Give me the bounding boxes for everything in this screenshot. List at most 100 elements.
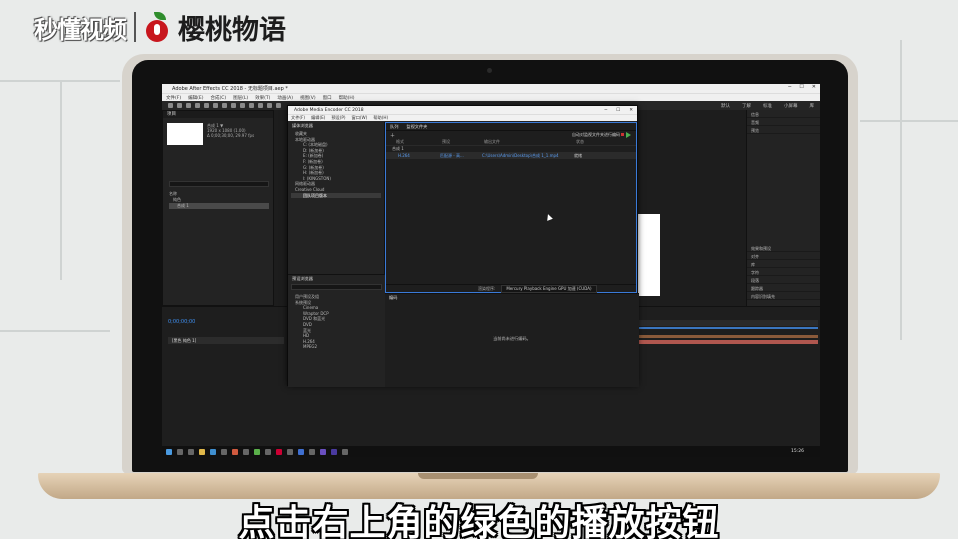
- app-icon[interactable]: [232, 448, 238, 455]
- menu-file[interactable]: 文件(F): [166, 95, 181, 101]
- menu-effect[interactable]: 效果(T): [255, 95, 270, 101]
- panel-libraries[interactable]: 库: [747, 260, 820, 268]
- puppet-tool-icon[interactable]: [276, 103, 281, 108]
- panel-audio[interactable]: 音频: [747, 118, 820, 126]
- app-icon[interactable]: [276, 448, 282, 455]
- renderer-bar: 渲染程序: Mercury Playback Engine GPU 加速 (CU…: [386, 284, 636, 293]
- me-close-icon[interactable]: ✕: [629, 108, 633, 113]
- app-icon[interactable]: [342, 448, 348, 455]
- workspace-libraries[interactable]: 库: [810, 103, 815, 109]
- panel-effects-presets[interactable]: 效果和预设: [747, 244, 820, 252]
- me-menu-preset[interactable]: 预设(P): [331, 115, 345, 121]
- workspace-standard[interactable]: 标准: [763, 103, 772, 109]
- me-queue-panel: 队列 监视文件夹 ＋ 自动对监视文件夹进行编码 格式 预设 输出文件 状态 合成…: [385, 122, 637, 293]
- app-icon[interactable]: [287, 448, 293, 455]
- renderer-select[interactable]: Mercury Playback Engine GPU 加速 (CUDA): [501, 284, 597, 293]
- queue-item-status: 就绪: [574, 152, 582, 158]
- preset-browser-tab[interactable]: 预设浏览器: [288, 275, 385, 282]
- app-icon[interactable]: [309, 448, 315, 455]
- close-icon[interactable]: ✕: [812, 84, 816, 90]
- media-browser-tab[interactable]: 媒体浏览器: [288, 122, 384, 129]
- layer-duration-bar-top[interactable]: [638, 335, 818, 338]
- selection-tool-icon[interactable]: [168, 103, 173, 108]
- search-icon[interactable]: [177, 448, 183, 455]
- app-icon[interactable]: [254, 448, 260, 455]
- pan-tool-icon[interactable]: [213, 103, 218, 108]
- rotate-tool-icon[interactable]: [195, 103, 200, 108]
- me-menu-window[interactable]: 窗口(W): [352, 115, 368, 121]
- add-source-icon[interactable]: ＋: [390, 132, 395, 139]
- tab-watch-folders[interactable]: 监视文件夹: [406, 124, 427, 130]
- after-effects-icon[interactable]: [320, 448, 326, 455]
- menu-help[interactable]: 帮助(H): [339, 95, 355, 101]
- auto-encode-checkbox[interactable]: 自动对监视文件夹进行编码: [572, 132, 620, 138]
- windows-start-icon[interactable]: [166, 448, 172, 455]
- panel-tracker[interactable]: 跟踪器: [747, 284, 820, 292]
- maximize-icon[interactable]: ☐: [799, 84, 803, 90]
- workspace-small-screen[interactable]: 小屏幕: [784, 103, 798, 109]
- panel-align[interactable]: 对齐: [747, 252, 820, 260]
- minimize-icon[interactable]: ─: [788, 84, 791, 90]
- queue-item-row[interactable]: H.264 匹配源 - 高... C:\Users\Admin\Desktop\…: [386, 152, 636, 159]
- timeline-layer-row[interactable]: [黑色 纯色 1]: [168, 337, 284, 344]
- project-panel-tab[interactable]: 项目: [163, 111, 273, 118]
- camera-tool-icon[interactable]: [204, 103, 209, 108]
- browser-icon[interactable]: [210, 448, 216, 455]
- menu-edit[interactable]: 编辑(E): [188, 95, 203, 101]
- timecode[interactable]: 0;00;00;00: [168, 319, 195, 325]
- panel-character[interactable]: 字符: [747, 268, 820, 276]
- eraser-tool-icon[interactable]: [267, 103, 272, 108]
- preset-mpeg2[interactable]: MPEG2: [291, 344, 382, 350]
- preset-search-input[interactable]: [291, 284, 382, 290]
- type-tool-icon[interactable]: [240, 103, 245, 108]
- composition-viewer[interactable]: [638, 214, 660, 296]
- queue-item-output[interactable]: C:\Users\Admin\Desktop\合成 1_1.mp4: [482, 153, 574, 159]
- encoding-tab[interactable]: 编码: [385, 294, 639, 301]
- subtitle-caption: 点击右上角的绿色的播放按钮: [238, 503, 720, 539]
- menu-animation[interactable]: 动画(A): [277, 95, 293, 101]
- time-ruler[interactable]: [638, 320, 818, 326]
- menu-layer[interactable]: 图层(L): [233, 95, 248, 101]
- app-icon[interactable]: [298, 448, 304, 455]
- panel-content-aware-fill[interactable]: 内容识别填充: [747, 292, 820, 300]
- project-search-input[interactable]: [169, 181, 269, 187]
- zoom-tool-icon[interactable]: [186, 103, 191, 108]
- me-menu-help[interactable]: 帮助(H): [373, 115, 388, 121]
- tab-queue[interactable]: 队列: [390, 124, 398, 130]
- brush-tool-icon[interactable]: [249, 103, 254, 108]
- folder-icon[interactable]: [199, 448, 205, 455]
- me-minimize-icon[interactable]: ─: [604, 108, 607, 113]
- panel-info[interactable]: 信息: [747, 110, 820, 118]
- app-icon[interactable]: [243, 448, 249, 455]
- menu-window[interactable]: 窗口: [323, 95, 332, 101]
- media-browser-tree: 收藏夹 本地驱动器 C: (本地磁盘) D: (新加卷) E: (新加卷) F:…: [288, 129, 384, 200]
- workspace-default[interactable]: 默认: [721, 103, 730, 109]
- app-icon[interactable]: [265, 448, 271, 455]
- me-menu-file[interactable]: 文件(F): [291, 115, 305, 121]
- queue-tabs: 队列 监视文件夹: [386, 123, 636, 131]
- panel-preview[interactable]: 预览: [747, 126, 820, 134]
- queue-item-format[interactable]: H.264: [398, 153, 440, 158]
- task-view-icon[interactable]: [188, 448, 194, 455]
- hand-tool-icon[interactable]: [177, 103, 182, 108]
- layer-duration-bar[interactable]: [638, 340, 818, 344]
- app-icon[interactable]: [221, 448, 227, 455]
- tree-team-projects[interactable]: 团队项目版本: [291, 192, 381, 199]
- pen-tool-icon[interactable]: [231, 103, 236, 108]
- stop-queue-icon[interactable]: [621, 133, 624, 136]
- menu-composition[interactable]: 合成(C): [210, 95, 226, 101]
- project-item-comp[interactable]: 合成 1: [169, 203, 269, 209]
- cherry-logo-icon: [144, 12, 170, 42]
- me-maximize-icon[interactable]: ☐: [616, 108, 620, 113]
- queue-item-preset[interactable]: 匹配源 - 高...: [440, 153, 482, 159]
- start-queue-play-icon[interactable]: [626, 132, 631, 138]
- media-encoder-icon[interactable]: [331, 448, 337, 455]
- panel-paragraph[interactable]: 段落: [747, 276, 820, 284]
- me-menu-edit[interactable]: 编辑(E): [311, 115, 325, 121]
- shape-tool-icon[interactable]: [222, 103, 227, 108]
- ae-menu-bar: 文件(F) 编辑(E) 合成(C) 图层(L) 效果(T) 动画(A) 视图(V…: [162, 93, 820, 101]
- workspace-learn[interactable]: 了解: [742, 103, 751, 109]
- work-area-bar[interactable]: [638, 327, 818, 329]
- stamp-tool-icon[interactable]: [258, 103, 263, 108]
- menu-view[interactable]: 视图(V): [300, 95, 316, 101]
